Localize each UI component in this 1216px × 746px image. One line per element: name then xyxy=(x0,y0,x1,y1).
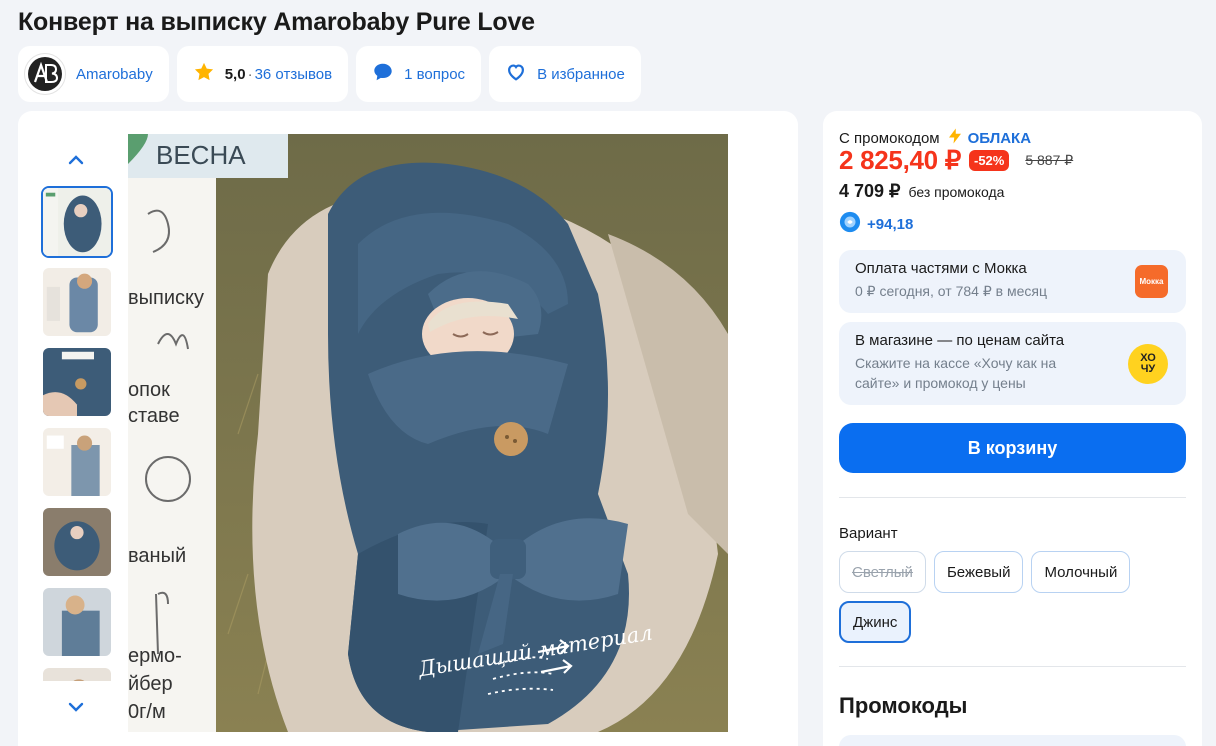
thumbnail-6[interactable] xyxy=(41,586,113,658)
favorites-chip[interactable]: В избранное xyxy=(489,46,641,102)
purchase-panel: С промокодом ОБЛАКА 2 825,40 ₽ -52% 5 88… xyxy=(823,111,1202,746)
thumbnail-4[interactable] xyxy=(41,426,113,498)
thumbnail-1[interactable] xyxy=(41,186,113,258)
chevron-down-icon xyxy=(68,702,84,712)
product-chips: Amarobaby 5,0 · 36 отзывов 1 вопрос В избр… xyxy=(18,46,641,102)
chevron-up-icon xyxy=(68,155,84,165)
side-text-4: ваный xyxy=(128,545,186,567)
no-promo-label: без промокода xyxy=(908,184,1005,200)
bonus-coin-icon xyxy=(839,211,861,237)
store-subtitle: Скажите на кассе «Хочу как на сайте» и п… xyxy=(855,355,1057,391)
gallery-down-button[interactable] xyxy=(64,695,88,719)
star-icon xyxy=(193,61,215,87)
questions-chip[interactable]: 1 вопрос xyxy=(356,46,482,102)
main-product-image[interactable]: ВЕСНА выписку опок ставе ваный ермо- йбе… xyxy=(128,134,728,732)
product-gallery: ВЕСНА выписку опок ставе ваный ермо- йбе… xyxy=(18,111,798,746)
variant-svetly[interactable]: Светлый xyxy=(839,551,926,593)
promocode-card[interactable] xyxy=(839,735,1186,746)
bonus-points[interactable]: +94,18 xyxy=(839,211,913,237)
variant-options: Светлый Бежевый Молочный Джинс xyxy=(839,551,1186,643)
no-promo-price-row: 4 709 ₽ без промокода xyxy=(839,181,1004,202)
mokka-logo: Мокка xyxy=(1135,265,1168,298)
reviews-link[interactable]: 36 отзывов xyxy=(255,66,333,83)
promo-label: С промокодом xyxy=(839,129,940,147)
variant-dzhins[interactable]: Джинс xyxy=(839,601,912,643)
rating-value: 5,0 xyxy=(224,65,246,83)
divider xyxy=(839,497,1186,498)
hochu-logo: ХО ЧУ xyxy=(1128,344,1168,384)
brand-logo xyxy=(24,53,66,95)
thumbnail-3[interactable] xyxy=(41,346,113,418)
price-row: 2 825,40 ₽ -52% 5 887 ₽ xyxy=(839,145,1073,176)
brand-chip[interactable]: Amarobaby xyxy=(18,46,169,102)
old-price: 5 887 ₽ xyxy=(1025,152,1074,168)
side-text-2: опок xyxy=(128,379,170,401)
promocodes-heading: Промокоды xyxy=(839,693,968,718)
mokka-title: Оплата частями с Мокка xyxy=(855,260,1027,277)
questions-label: 1 вопрос xyxy=(404,65,466,83)
mokka-subtitle: 0 ₽ сегодня, от 784 ₽ в месяц xyxy=(855,283,1047,299)
promo-code[interactable]: ОБЛАКА xyxy=(968,130,1031,147)
thumbnail-2[interactable] xyxy=(41,266,113,338)
store-title: В магазине — по ценам сайта xyxy=(855,332,1065,349)
side-text-7: 0г/м xyxy=(128,701,166,723)
add-to-cart-button[interactable]: В корзину xyxy=(839,423,1186,473)
side-text-5: ермо- xyxy=(128,645,182,667)
current-price: 2 825,40 ₽ xyxy=(839,145,961,175)
thumbnail-list xyxy=(41,186,115,681)
thumbnail-5[interactable] xyxy=(41,506,113,578)
bonus-value: +94,18 xyxy=(867,215,914,233)
divider xyxy=(839,666,1186,667)
mokka-installments-card[interactable]: Оплата частями с Мокка 0 ₽ сегодня, от 7… xyxy=(839,250,1186,313)
image-banner-text: ВЕСНА xyxy=(156,140,246,170)
store-prices-card[interactable]: В магазине — по ценам сайта Скажите на к… xyxy=(839,322,1186,405)
side-text-6: йбер xyxy=(128,673,173,695)
side-text-3: ставе xyxy=(128,405,180,427)
no-promo-price: 4 709 ₽ xyxy=(839,181,901,201)
rating-chip[interactable]: 5,0 · 36 отзывов xyxy=(176,46,349,102)
variant-molochny[interactable]: Молочный xyxy=(1031,551,1131,593)
side-text-1: выписку xyxy=(128,287,204,309)
chat-bubble-icon xyxy=(372,61,394,87)
thumbnail-7[interactable] xyxy=(41,666,113,681)
discount-badge: -52% xyxy=(968,150,1010,171)
product-title: Конверт на выписку Amarobaby Pure Love xyxy=(18,8,535,36)
variant-bezhevy[interactable]: Бежевый xyxy=(933,551,1024,593)
brand-name: Amarobaby xyxy=(76,65,153,83)
heart-icon xyxy=(505,61,527,87)
variant-label: Вариант xyxy=(839,525,898,542)
favorites-label: В избранное xyxy=(537,65,625,83)
gallery-up-button[interactable] xyxy=(64,148,88,172)
